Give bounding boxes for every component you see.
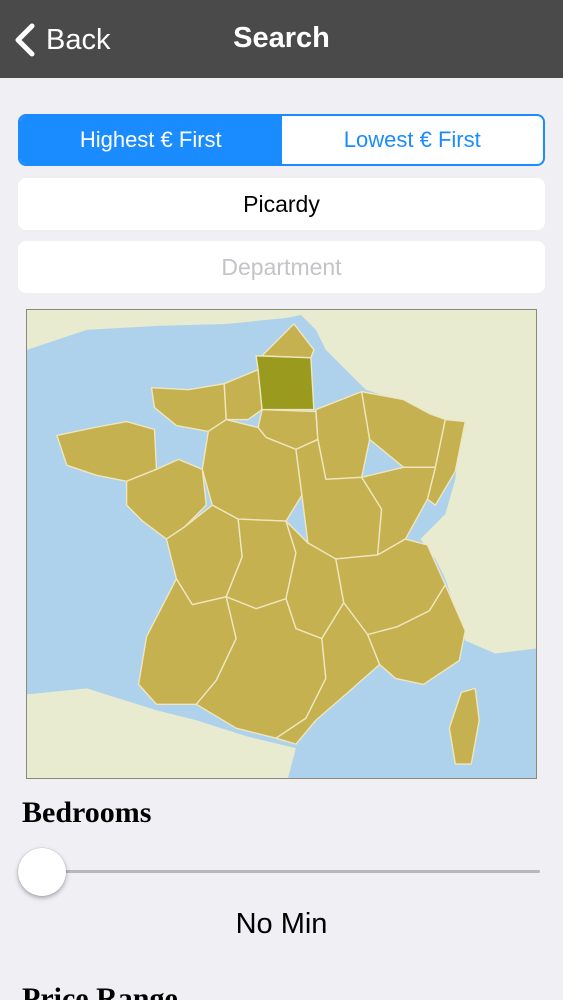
- back-button[interactable]: Back: [12, 18, 110, 62]
- region-lower-normandy: [150, 382, 227, 433]
- chevron-left-icon: [15, 23, 35, 57]
- bedrooms-section-title: Bedrooms: [22, 796, 152, 829]
- department-field-container: [18, 241, 545, 293]
- bedrooms-min-value: No Min: [235, 908, 328, 940]
- region-brittany: [56, 420, 158, 482]
- region-picardy-highlighted[interactable]: [255, 355, 315, 411]
- region-corsica: [448, 687, 480, 765]
- sort-highest-first-segment[interactable]: Highest € First: [20, 116, 282, 164]
- region-nord: [261, 323, 315, 359]
- price-range-section-title: Price Range: [22, 982, 178, 1000]
- region-upper-normandy: [223, 369, 263, 421]
- navigation-bar: Back Search: [0, 0, 563, 78]
- region-selector[interactable]: Picardy: [18, 178, 545, 230]
- back-label: Back: [46, 23, 111, 56]
- sort-lowest-first-segment[interactable]: Lowest € First: [282, 116, 544, 164]
- department-input[interactable]: [18, 241, 545, 293]
- slider-track: [38, 870, 540, 873]
- france-region-map[interactable]: [26, 309, 537, 779]
- sort-order-segmented-control: Highest € First Lowest € First: [18, 114, 545, 166]
- region-champagne: [315, 390, 371, 480]
- slider-thumb[interactable]: [18, 848, 66, 896]
- bedrooms-slider[interactable]: [18, 846, 540, 896]
